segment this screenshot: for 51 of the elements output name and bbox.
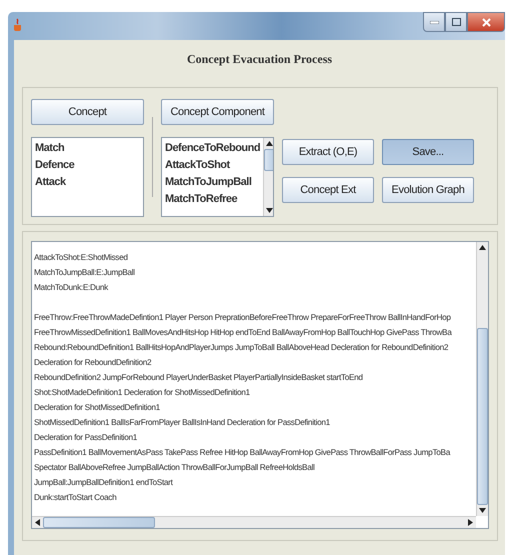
scroll-left-icon[interactable] (35, 519, 40, 526)
scroll-up-icon[interactable] (479, 245, 486, 250)
window-heading: Concept Evacuation Process (186, 52, 332, 67)
vertical-scrollbar[interactable] (263, 138, 273, 216)
list-item[interactable]: DefenceToRebound (165, 140, 260, 157)
output-line: JumpBall:JumpBallDefinition1 endToStart (34, 476, 174, 489)
component-list[interactable]: DefenceToRebound AttackToShot MatchToJumpBall MatchToRefree (161, 137, 274, 217)
output-line: MatchToDunk:E:Dunk (34, 281, 110, 294)
concept-list[interactable]: Match Defence Attack (31, 137, 144, 217)
list-item[interactable]: MatchToJumpBall (165, 174, 260, 191)
scroll-down-icon[interactable] (266, 208, 273, 213)
list-item[interactable]: Defence (35, 157, 140, 174)
list-item[interactable]: Match (35, 140, 140, 157)
action-button[interactable]: Extract (O,E) (282, 139, 374, 165)
maximize-icon (452, 18, 460, 26)
horizontal-scrollbar[interactable] (32, 516, 476, 528)
minimize-button[interactable] (423, 12, 445, 32)
concept-component-button[interactable]: Concept Component (161, 99, 274, 125)
action-button[interactable]: Evolution Graph (382, 177, 474, 203)
output-line: Decleration for ReboundDefinition2 (34, 356, 152, 369)
output-line: ShotMissedDefinition1 BallIsFarFromPlayer BallIsInHand Decleration for PassDefinition1 (34, 416, 331, 429)
output-line: PassDefinition1 BallMovementAsPass TakePass Refree HitHop BallAwayFromHop GivePass ThrowBallForPass JumpToBa (34, 446, 452, 459)
output-line: ReboundDefinition2 JumpForRebound PlayerUnderBasket PlayerPartiallyInsideBasket startToEnd (34, 371, 364, 384)
output-line: Dunk:startToStart Coach (34, 491, 118, 504)
output-line: FreeThrowMissedDefinition1 BallMovesAndHitsHop HitHop endToEnd BallAwayFromHop BallTouchHop GivePass ThrowBa (34, 326, 453, 339)
close-icon (482, 18, 490, 26)
list-item[interactable]: MatchToRefree (165, 191, 260, 208)
output-line: Decleration for ShotMissedDefinition1 (34, 401, 161, 414)
vertical-scrollbar[interactable] (476, 242, 488, 516)
minimize-icon (430, 20, 438, 24)
action-button[interactable]: Concept Ext (282, 177, 374, 203)
output-line: MatchToJumpBall:E:JumpBall (34, 266, 136, 279)
scroll-thumb[interactable] (43, 517, 155, 528)
output-line: AttackToShot:E:ShotMissed (34, 251, 129, 264)
scroll-down-icon[interactable] (479, 508, 486, 513)
output-line: FreeThrow:FreeThrowMadeDefintion1 Player Person PreprationBeforeFreeThrow PrepareForFreeThrow BallInHandForHop (34, 311, 452, 324)
output-line: Spectator BallAboveRefree JumpBallAction ThrowBallForJumpBall RefreeHoldsBall (34, 461, 316, 474)
close-button[interactable] (467, 12, 505, 32)
java-cup-icon (12, 18, 24, 32)
action-button[interactable]: Save... (382, 139, 474, 165)
list-item[interactable]: AttackToShot (165, 157, 260, 174)
output-line: Decleration for PassDefinition1 (34, 431, 138, 444)
scroll-thumb[interactable] (477, 328, 488, 505)
scroll-up-icon[interactable] (266, 141, 273, 146)
scroll-thumb[interactable] (264, 149, 273, 171)
output-line: Shot:ShotMadeDefinition1 Decleration for ShotMissedDefinition1 (34, 386, 251, 399)
maximize-button[interactable] (445, 12, 467, 32)
scroll-right-icon[interactable] (468, 519, 473, 526)
list-item[interactable]: Attack (35, 174, 140, 191)
concept-button[interactable]: Concept (31, 99, 144, 125)
output-line: Rebound:ReboundDefinition1 BallHitsHopAndPlayerJumps JumpToBall BallAboveHead Decleration for ReboundDefinition2 (34, 341, 450, 354)
